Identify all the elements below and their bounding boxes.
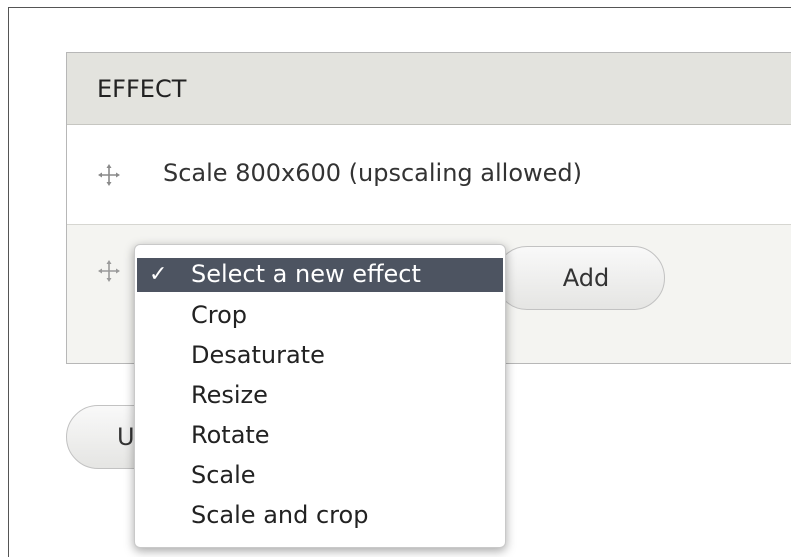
effect-column-header: EFFECT [97,75,187,103]
table-header: EFFECT [67,53,791,125]
dropdown-option-resize[interactable]: Resize [135,376,505,416]
dropdown-option-rotate[interactable]: Rotate [135,416,505,456]
add-effect-button[interactable]: Add [495,246,665,310]
dropdown-option-crop[interactable]: Crop [135,296,505,336]
existing-effect-link[interactable]: Scale 800x600 (upscaling allowed) [163,159,582,187]
table-row-existing-effect: Scale 800x600 (upscaling allowed) [67,125,791,225]
new-effect-dropdown[interactable]: ✓ Select a new effect Crop Desaturate Re… [134,244,506,548]
check-icon: ✓ [149,262,168,287]
dropdown-option-selected[interactable]: ✓ Select a new effect [137,258,503,292]
selected-option-label: Select a new effect [191,260,421,288]
drag-handle-icon[interactable] [97,163,121,187]
drag-handle-icon[interactable] [97,259,121,283]
update-button-label: U [117,423,135,451]
dropdown-option-desaturate[interactable]: Desaturate [135,336,505,376]
dropdown-option-scale-and-crop[interactable]: Scale and crop [135,496,505,536]
dropdown-option-scale[interactable]: Scale [135,456,505,496]
